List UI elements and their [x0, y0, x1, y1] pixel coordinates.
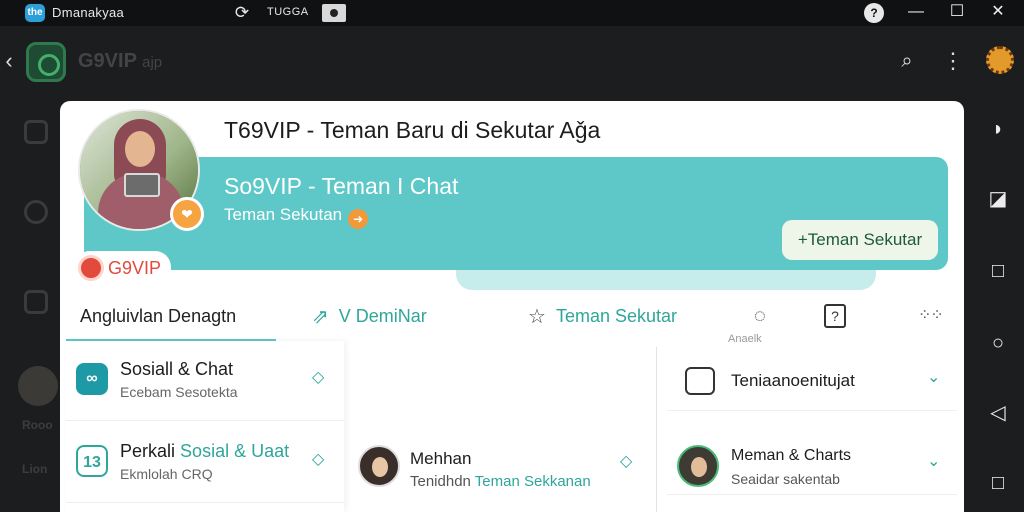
tab-label: Teman Sekutar — [555, 305, 677, 326]
volume-icon[interactable]: ◗ — [985, 116, 1011, 142]
list-item[interactable]: ∞ Sosiall & Chat Ecebam Sesotekta ◇ — [66, 341, 344, 421]
id-card-icon: 13 — [76, 445, 108, 477]
chevron-icon: ◇ — [312, 451, 325, 468]
tab-label: Angluivlan Denagtn — [80, 305, 237, 326]
profile-card: T69VIP - Teman Baru di Sekutar Aǧa So9VI… — [60, 101, 964, 512]
chat-icon — [24, 120, 48, 144]
category-list: ∞ Sosiall & Chat Ecebam Sesotekta ◇ 13 P… — [66, 341, 344, 512]
hero-banner: So9VIP - Teman I Chat Teman Sekutan ➜ +Te… — [84, 157, 948, 290]
square-icon[interactable]: □ — [985, 258, 1011, 284]
app-bar-title-suffix: ajp — [142, 54, 163, 71]
sidebar-text: Rooo — [22, 418, 53, 432]
item-title: Sosiall & Chat — [120, 359, 234, 379]
card-title: T69VIP - Teman Baru di Sekutar Aǧa — [224, 117, 601, 143]
app-logo — [26, 42, 66, 82]
add-friend-button[interactable]: +Teman Sekutar — [782, 220, 938, 260]
tab-teman-sekutar[interactable]: ☆ Teman Sekutar — [528, 291, 677, 341]
app-bar-title: G9VIP ajp — [78, 50, 162, 73]
list-item[interactable]: Teniaanoenitujat ⌄ — [667, 347, 957, 411]
recycle-icon: ⇗ — [312, 305, 329, 328]
friend-subtitle-accent: Teman Sekkanan — [474, 473, 591, 490]
verified-badge-icon: ❤ — [170, 197, 204, 231]
suggested-friend[interactable]: Mehhan Tenidhdn Teman Sekkanan ◇ — [350, 431, 650, 501]
system-label: TUGGA — [267, 6, 309, 18]
star-icon: ☆ — [528, 305, 546, 328]
minimize-button[interactable]: — — [896, 0, 936, 24]
list-item[interactable]: 13 Perkali Sosial & Uaat Ekmlolah CRQ ◇ — [66, 423, 344, 503]
close-button[interactable]: ✕ — [978, 0, 1018, 24]
avatar — [677, 445, 719, 487]
item-title: Teniaanoenitujat — [731, 371, 855, 390]
grid-menu-icon[interactable]: ⁘⁘ — [918, 305, 944, 327]
more-options-icon[interactable]: ⋮ — [940, 48, 966, 74]
camera-icon[interactable] — [322, 4, 346, 22]
item-subtitle: Ekmlolah CRQ — [120, 466, 213, 482]
friend-name: Mehhan — [410, 449, 472, 468]
tab-label: V DemiNar — [338, 305, 427, 326]
maximize-button[interactable]: ☐ — [937, 0, 977, 24]
tab-help[interactable]: ? — [824, 291, 846, 341]
chevron-icon: ◇ — [312, 369, 325, 386]
help-icon[interactable]: ? — [864, 3, 884, 23]
app-bar-title-text: G9VIP — [78, 50, 137, 72]
avatar — [18, 366, 58, 406]
chevron-down-icon: ⌄ — [927, 369, 941, 386]
right-panel: Teniaanoenitujat ⌄ Meman & Charts Seaida… — [656, 347, 964, 512]
brand-name: G9VIP — [108, 257, 162, 278]
tab-deminar[interactable]: ⇗ V DemiNar — [312, 291, 427, 341]
edit-icon — [685, 367, 715, 395]
profile-avatar[interactable] — [986, 46, 1014, 74]
home-icon[interactable]: ○ — [985, 330, 1011, 356]
item-subtitle: Seaidar sakentab — [731, 471, 840, 487]
item-title-prefix: Perkali — [120, 441, 176, 461]
explore-icon — [24, 200, 48, 224]
question-icon: ? — [824, 304, 846, 328]
avatar — [358, 445, 400, 487]
tab-bar: Angluivlan Denagtn ⇗ V DemiNar ☆ Teman S… — [60, 291, 964, 345]
back-icon[interactable]: ‹ — [0, 48, 18, 74]
refresh-icon[interactable]: ⟳ — [232, 3, 252, 23]
hero-title: So9VIP - Teman I Chat — [224, 173, 459, 199]
app-name: Dmanakyaa — [52, 5, 125, 20]
link-icon: ∞ — [76, 363, 108, 395]
arrow-badge-icon: ➜ — [348, 209, 369, 229]
search-icon[interactable]: ⌕ — [894, 48, 920, 74]
chevron-icon: ◇ — [620, 453, 633, 470]
item-title-accent: Sosial & Uaat — [180, 441, 290, 461]
chevron-down-icon: ⌄ — [927, 453, 941, 470]
edit-icon — [24, 290, 48, 314]
sidebar-text: Lion — [22, 462, 48, 476]
item-subtitle: Ecebam Sesotekta — [120, 384, 238, 400]
friend-subtitle-prefix: Tenidhdn — [410, 473, 471, 490]
friend-subtitle: Tenidhdn Teman Sekkanan — [410, 473, 591, 490]
recents-icon[interactable]: □ — [985, 470, 1011, 496]
emulator-toolbar: ◗ ◪ □ ○ ◁ □ — [972, 40, 1024, 512]
tab-angluivlan[interactable]: Angluivlan Denagtn — [80, 291, 236, 341]
hero-subtitle-text: Teman Sekutan — [224, 205, 343, 224]
item-title: Meman & Charts — [731, 447, 852, 464]
tab-caption: Anaelk — [728, 333, 762, 345]
background-sidebar: Rooo Lion — [10, 90, 60, 512]
system-bar: the Dmanakyaa ⟳ TUGGA ? — ☐ ✕ — [0, 0, 1024, 26]
hero-subtitle: Teman Sekutan ➜ — [224, 205, 369, 229]
list-item[interactable]: Meman & Charts Seaidar sakentab ⌄ — [667, 431, 957, 495]
brand-logo-icon — [78, 255, 104, 281]
screenshot-icon[interactable]: ◪ — [985, 186, 1011, 212]
back-nav-icon[interactable]: ◁ — [985, 400, 1011, 426]
item-title: Perkali Sosial & Uaat — [120, 441, 289, 462]
app-bar: ‹ G9VIP ajp ⌕ ⋮ — [0, 36, 970, 86]
chat-bubble-icon: ◌ — [754, 304, 766, 327]
app-logo-icon: the — [25, 4, 45, 22]
brand-chip: G9VIP — [74, 251, 172, 285]
